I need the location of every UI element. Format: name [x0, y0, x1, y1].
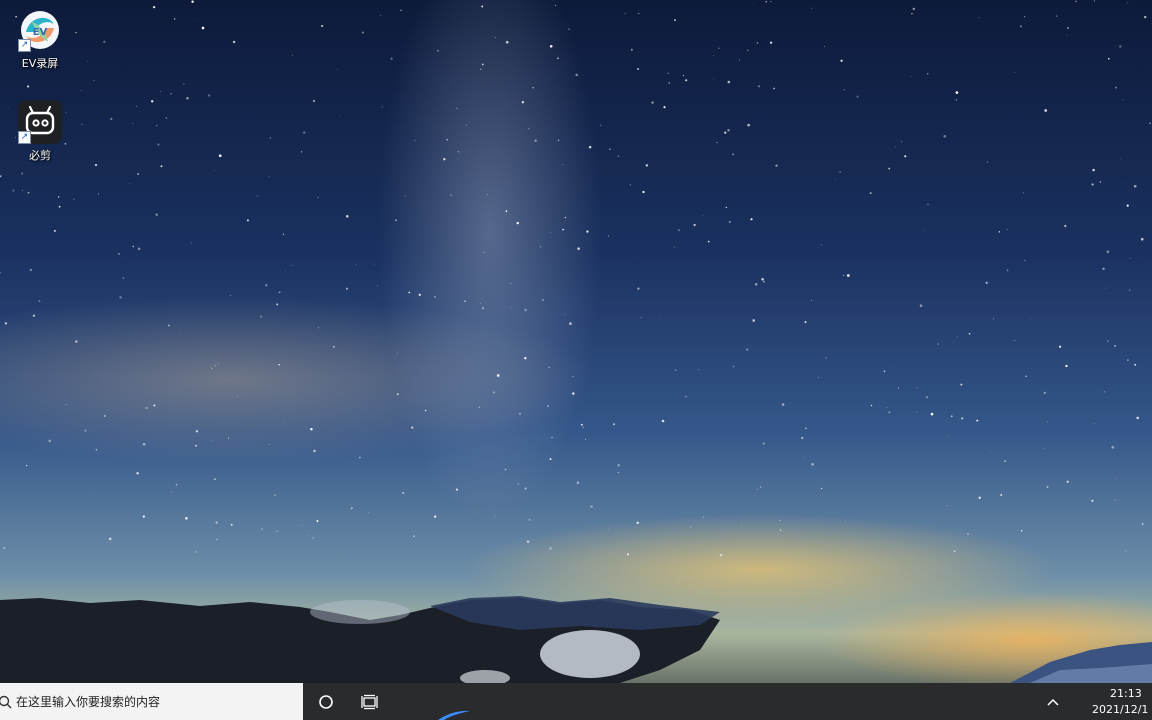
desktop-icon-ev-recorder[interactable]: EV ↗ EV录屏	[8, 8, 72, 71]
taskbar-app-button[interactable]	[434, 683, 474, 720]
shortcut-arrow-icon: ↗	[18, 131, 31, 144]
app-swoosh-icon	[438, 710, 470, 720]
svg-text:EV: EV	[33, 27, 48, 38]
taskbar: 在这里输入你要搜索的内容 21:13 2021/12/1	[0, 683, 1152, 720]
search-placeholder: 在这里输入你要搜索的内容	[16, 695, 161, 709]
desktop-wallpaper: EV ↗ EV录屏 ↗ 必剪	[0, 0, 1152, 720]
cortana-button[interactable]	[306, 683, 346, 720]
desktop-icon-label: 必剪	[29, 149, 51, 162]
search-icon	[0, 695, 16, 709]
tray-overflow-button[interactable]	[1033, 683, 1073, 720]
mountain-silhouette	[0, 596, 1152, 686]
cortana-circle-icon	[319, 694, 333, 709]
chevron-up-icon	[1047, 698, 1059, 706]
clock-date: 2021/12/1	[1092, 702, 1149, 716]
ev-recorder-icon: EV ↗	[18, 8, 62, 52]
desktop-icon-bijian[interactable]: ↗ 必剪	[8, 100, 72, 163]
shortcut-arrow-icon: ↗	[18, 39, 31, 52]
clock-time: 21:13	[1110, 686, 1142, 700]
taskbar-search-box[interactable]: 在这里输入你要搜索的内容	[0, 683, 303, 720]
desktop-icon-label: EV录屏	[21, 57, 59, 70]
tray-clock[interactable]: 21:13 2021/12/1	[1092, 683, 1152, 720]
bijian-editor-icon: ↗	[18, 100, 62, 144]
task-view-icon	[361, 694, 378, 709]
task-view-button[interactable]	[350, 683, 390, 720]
